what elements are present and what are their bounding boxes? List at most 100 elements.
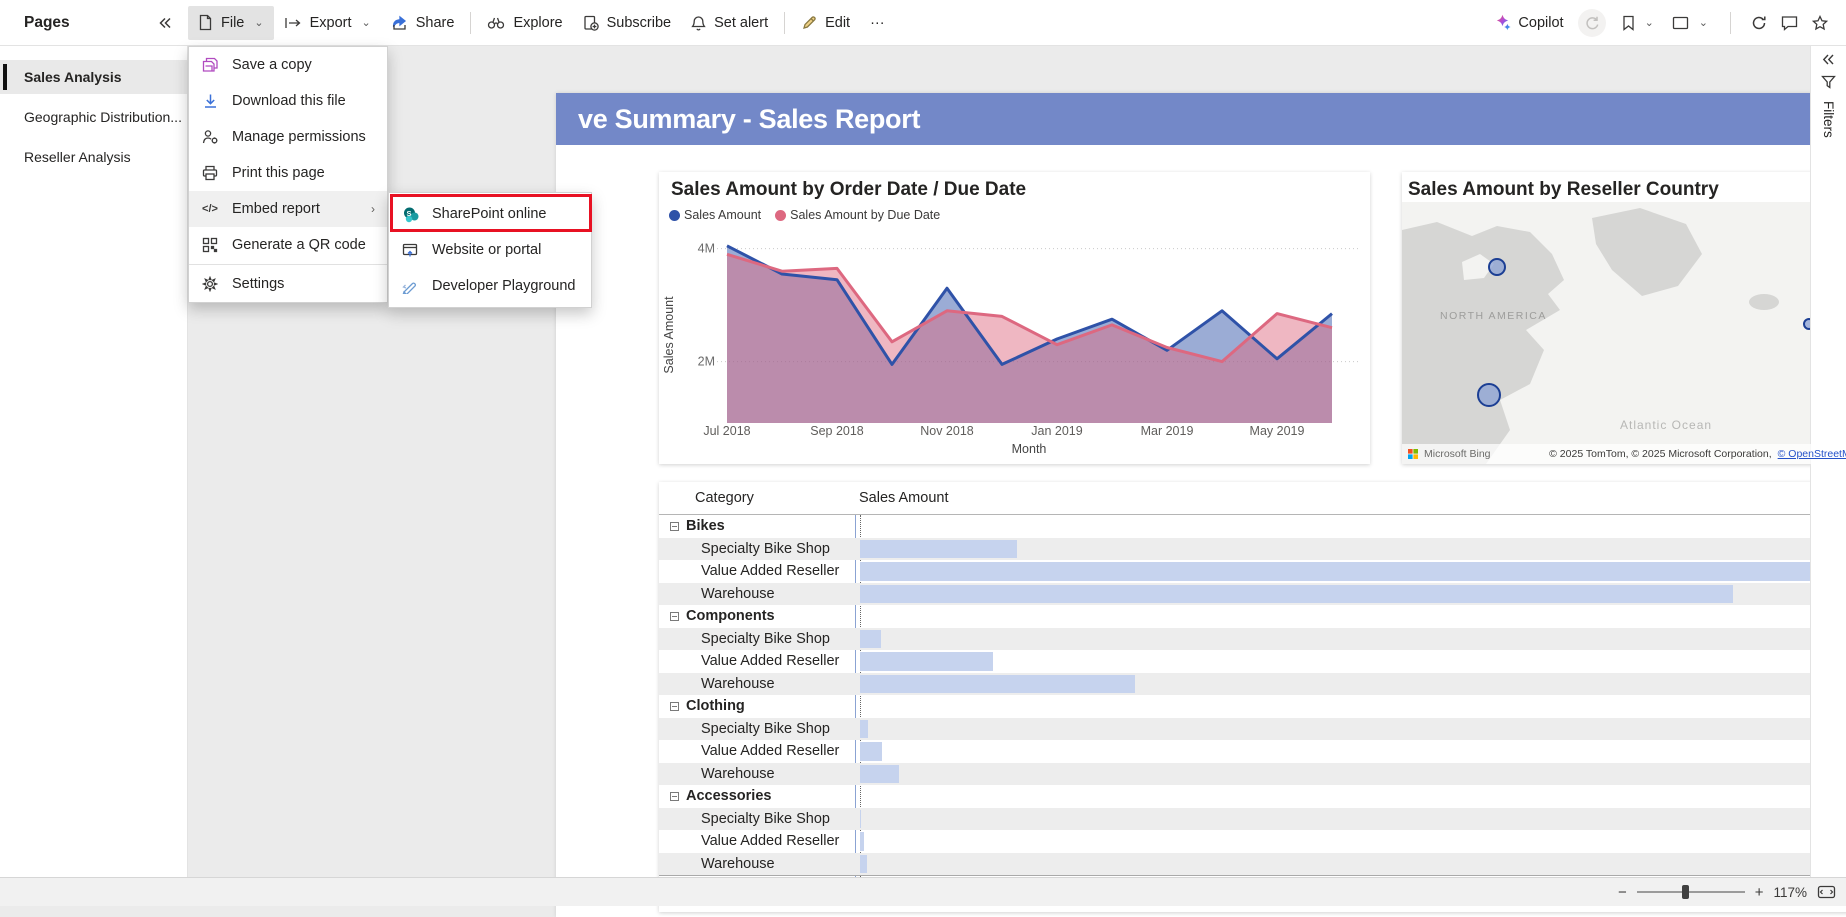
menu-item-label: Generate a QR code (232, 237, 366, 253)
sidebar-item-reseller-analysis[interactable]: Reseller Analysis (0, 140, 187, 174)
filter-funnel-icon[interactable] (1821, 75, 1836, 89)
file-button[interactable]: File ⌄ (188, 6, 274, 40)
edit-button[interactable]: Edit (791, 6, 860, 40)
table-bar (860, 855, 867, 874)
area-chart-visual[interactable]: Sales Amount by Order Date / Due Date Sa… (659, 172, 1370, 464)
file-menu-item-save-a-copy[interactable]: Save a copy (189, 47, 387, 83)
zoom-in-button[interactable]: + (1755, 884, 1764, 901)
set-alert-button[interactable]: Set alert (681, 6, 778, 40)
sidebar-item-geographic-distribution[interactable]: Geographic Distribution... (0, 100, 187, 134)
map-title: Sales Amount by Reseller Country (1408, 179, 1719, 201)
pages-header: Pages (0, 0, 188, 45)
openstreetmap-link[interactable]: © OpenStreetMap (1778, 448, 1846, 460)
zoom-level: 117% (1773, 885, 1807, 900)
file-menu-item-settings[interactable]: Settings (189, 266, 387, 302)
subscribe-icon (583, 15, 599, 31)
table-row[interactable]: Clothing750,716.33 (659, 695, 1846, 718)
more-options-button[interactable]: ··· (860, 6, 895, 40)
zoom-slider-handle[interactable] (1682, 885, 1689, 899)
table-visual[interactable]: Category Sales Amount Bikes22,417,419.69… (659, 482, 1846, 912)
table-row[interactable]: Bikes22,417,419.69 (659, 515, 1846, 538)
table-row[interactable]: Value Added Reseller237,391.49 (659, 740, 1846, 763)
copilot-label: Copilot (1518, 15, 1563, 31)
collapse-row-icon[interactable] (670, 612, 679, 621)
table-row[interactable]: Warehouse423,956.75 (659, 763, 1846, 786)
explore-button[interactable]: Explore (477, 6, 572, 40)
collapse-row-icon[interactable] (670, 702, 679, 711)
table-bar (860, 832, 864, 851)
menu-item-label: Manage permissions (232, 129, 366, 145)
table-row[interactable]: Accessories124,433.35 (659, 785, 1846, 808)
table-row-label: Value Added Reseller (701, 560, 839, 583)
table-row-label: Components (686, 605, 775, 628)
map-visual[interactable]: Sales Amount by Reseller Country NORTH A… (1402, 172, 1846, 464)
table-bar (860, 765, 899, 784)
file-menu-item-embed-report[interactable]: </>Embed report› (189, 191, 387, 227)
file-button-label: File (221, 15, 244, 31)
zoom-slider[interactable] (1637, 891, 1745, 893)
table-row[interactable]: Value Added Reseller40,366.23 (659, 830, 1846, 853)
table-row[interactable]: Specialty Bike Shop1,687,480.26 (659, 538, 1846, 561)
collapse-row-icon[interactable] (670, 522, 679, 531)
save-copy-icon (201, 57, 219, 73)
menu-item-label: Print this page (232, 165, 325, 181)
set-alert-button-label: Set alert (714, 15, 768, 31)
table-row[interactable]: Warehouse75,660.69 (659, 853, 1846, 876)
embed-icon: </> (201, 203, 219, 215)
permissions-icon (201, 129, 219, 145)
copilot-button[interactable]: Copilot (1494, 14, 1563, 31)
toolbar-divider (470, 12, 471, 34)
file-menu-item-manage-permissions[interactable]: Manage permissions (189, 119, 387, 155)
report-canvas: ve Summary - Sales Report Sales Amount b… (188, 46, 1810, 877)
table-row[interactable]: Specialty Bike Shop89,368.09 (659, 718, 1846, 741)
expand-filters-icon[interactable] (1822, 54, 1835, 65)
menu-item-label: Save a copy (232, 57, 312, 73)
pages-sidebar: Sales Analysis Geographic Distribution...… (0, 46, 188, 877)
comment-icon[interactable] (1781, 15, 1798, 31)
file-menu-item-generate-a-qr-code[interactable]: Generate a QR code (189, 227, 387, 263)
chevron-down-icon: ⌄ (1645, 16, 1654, 29)
table-row[interactable]: Warehouse2,969,633.35 (659, 673, 1846, 696)
share-button[interactable]: Share (381, 6, 465, 40)
table-row-label: Value Added Reseller (701, 740, 839, 763)
table-row-label: Specialty Bike Shop (701, 628, 830, 651)
table-row-label: Warehouse (701, 673, 775, 696)
reset-view-button[interactable] (1578, 9, 1606, 37)
view-button[interactable]: ⌄ (1670, 6, 1710, 40)
file-menu-item-print-this-page[interactable]: Print this page (189, 155, 387, 191)
sidebar-item-sales-analysis[interactable]: Sales Analysis (0, 60, 187, 94)
table-bar (860, 720, 868, 739)
menu-item-label: Developer Playground (432, 278, 575, 294)
file-menu-item-download-this-file[interactable]: Download this file (189, 83, 387, 119)
star-icon[interactable] (1812, 15, 1828, 31)
attribution-text: © 2025 TomTom, © 2025 Microsoft Corporat… (1549, 448, 1771, 460)
embed-submenu-item-developer-playground[interactable]: Developer Playground (389, 268, 591, 304)
svg-text:2M: 2M (698, 355, 715, 369)
collapse-pane-icon[interactable] (158, 17, 172, 29)
refresh-icon[interactable] (1751, 15, 1767, 31)
table-row[interactable]: Components4,629,101.14 (659, 605, 1846, 628)
area-chart-plot[interactable]: 2M4MJul 2018Sep 2018Nov 2018Jan 2019Mar … (659, 172, 1370, 464)
fit-to-page-icon[interactable] (1817, 885, 1836, 899)
sharepoint-icon: S (401, 206, 419, 223)
map-body[interactable]: NORTH AMERICA EUROP Atlantic Ocean Micro… (1402, 202, 1846, 464)
table-row-label: Accessories (686, 785, 771, 808)
bookmarks-button[interactable]: ⌄ (1620, 6, 1656, 40)
table-row-label: Specialty Bike Shop (701, 718, 830, 741)
table-row-label: Specialty Bike Shop (701, 808, 830, 831)
table-row[interactable]: Specialty Bike Shop224,145.70 (659, 628, 1846, 651)
subscribe-button-label: Subscribe (607, 15, 671, 31)
zoom-out-button[interactable]: − (1618, 884, 1627, 901)
subscribe-button[interactable]: Subscribe (573, 6, 681, 40)
table-row[interactable]: Specialty Bike Shop8,406.43 (659, 808, 1846, 831)
embed-submenu-item-website-or-portal[interactable]: Website or portal (389, 232, 591, 268)
embed-submenu-item-sharepoint-online[interactable]: SSharePoint online (389, 196, 591, 232)
table-row[interactable]: Value Added Reseller1,435,322.10 (659, 650, 1846, 673)
export-button[interactable]: Export ⌄ (274, 6, 381, 40)
map-ocean-label: Atlantic Ocean (1620, 418, 1712, 432)
table-row[interactable]: Warehouse9,417,959.18 (659, 583, 1846, 606)
svg-text:Sales Amount: Sales Amount (662, 296, 676, 374)
collapse-row-icon[interactable] (670, 792, 679, 801)
table-row[interactable]: Value Added Reseller11,311,980.26 (659, 560, 1846, 583)
bookmark-icon (1622, 15, 1635, 31)
